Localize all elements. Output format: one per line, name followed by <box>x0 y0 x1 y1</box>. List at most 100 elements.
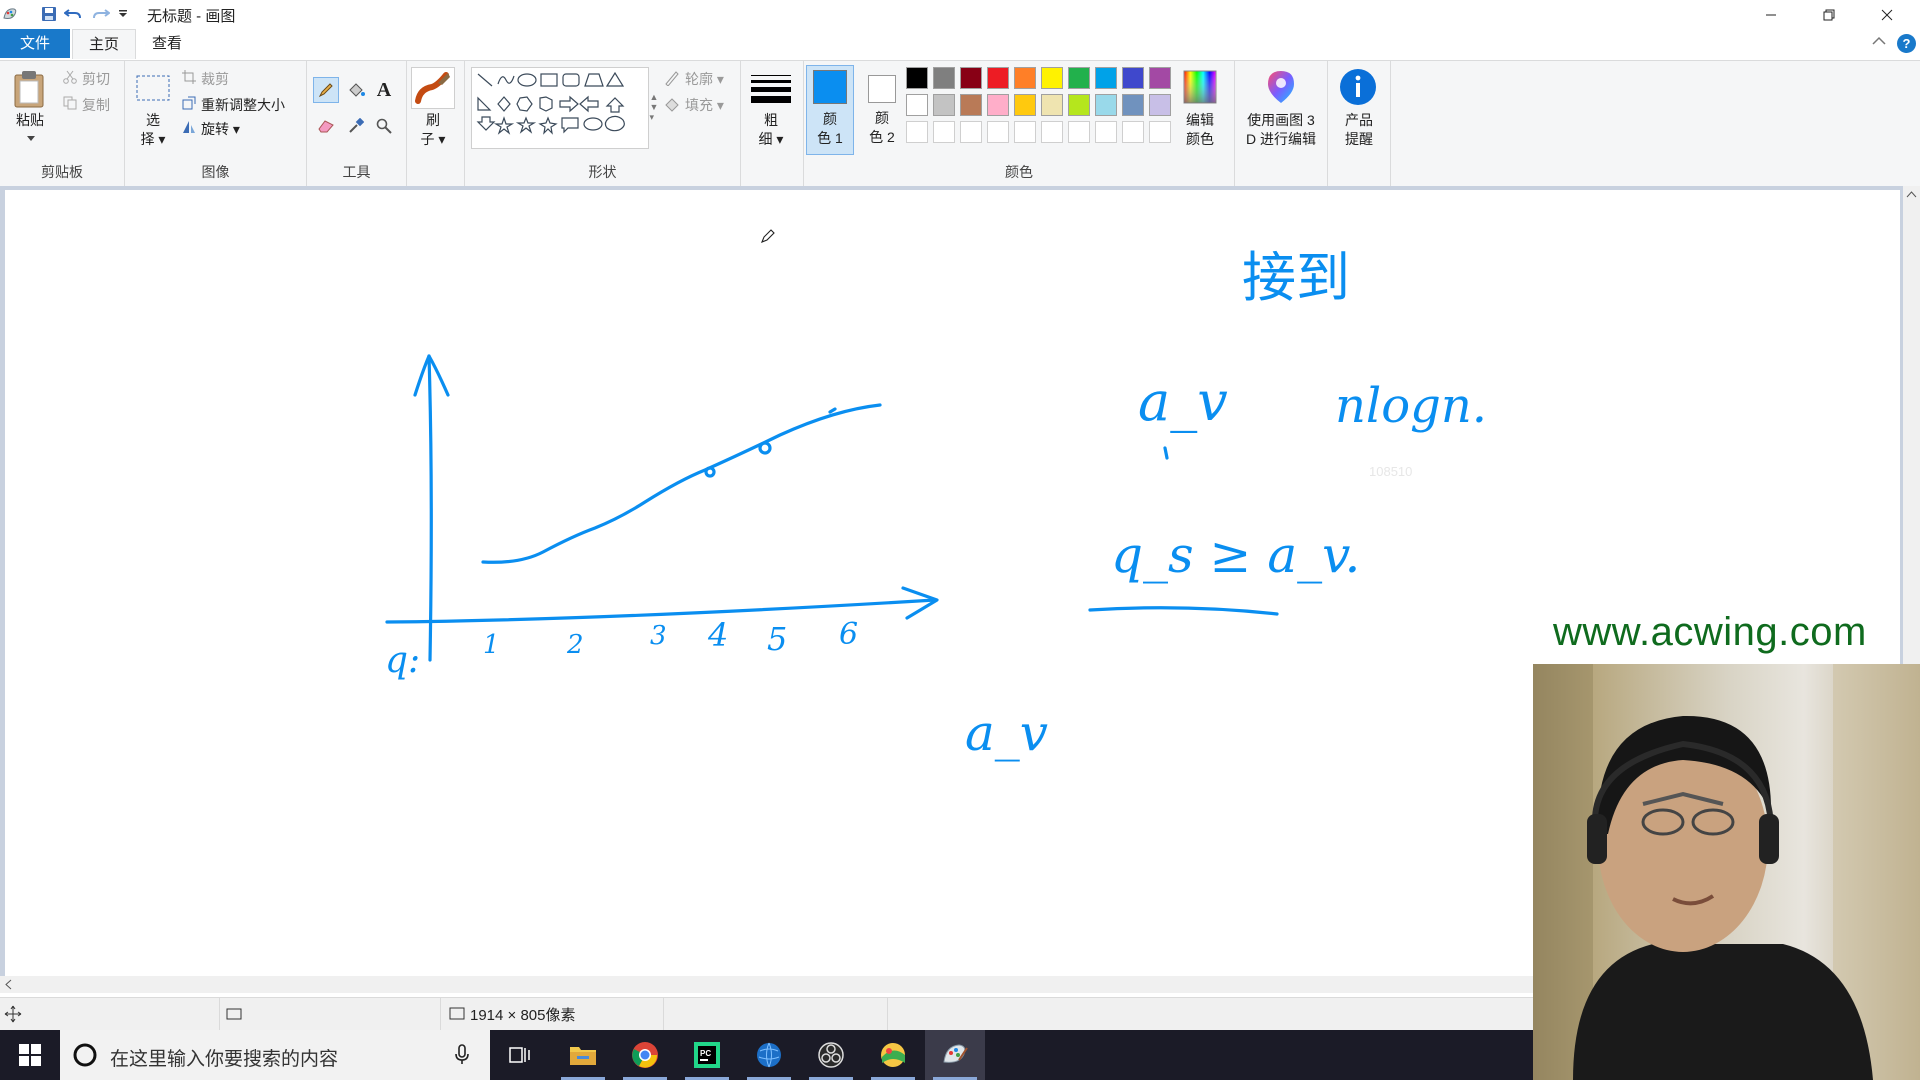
fill-icon[interactable] <box>663 95 681 113</box>
tab-view[interactable]: 查看 <box>140 29 194 58</box>
palette-custom-slot[interactable] <box>933 121 955 143</box>
start-button[interactable] <box>0 1030 60 1080</box>
palette-custom-slot[interactable] <box>1122 121 1144 143</box>
color2-button[interactable]: 颜 色 2 <box>858 65 906 155</box>
fill-label[interactable]: 填充 ▾ <box>685 95 724 115</box>
palette-swatch[interactable] <box>1149 67 1171 89</box>
palette-custom-slot[interactable] <box>960 121 982 143</box>
brushes-label[interactable]: 刷 子 ▾ <box>411 111 455 149</box>
paint3d-icon[interactable] <box>1263 67 1299 107</box>
microphone-icon[interactable] <box>452 1043 472 1067</box>
palette-swatch[interactable] <box>906 94 928 116</box>
rotate-icon[interactable] <box>181 119 197 135</box>
redo-icon[interactable] <box>90 4 112 24</box>
chrome-icon[interactable] <box>615 1030 675 1080</box>
paint-icon[interactable] <box>925 1030 985 1080</box>
file-explorer-icon[interactable] <box>553 1030 613 1080</box>
eraser-icon[interactable] <box>313 113 339 139</box>
palette-custom-slot[interactable] <box>1014 121 1036 143</box>
scroll-left-icon[interactable] <box>0 976 17 993</box>
minimize-button[interactable] <box>1742 0 1800 29</box>
palette-swatch[interactable] <box>1014 94 1036 116</box>
palette-custom-slot[interactable] <box>1149 121 1171 143</box>
palette-swatch[interactable] <box>960 94 982 116</box>
outline-label[interactable]: 轮廓 ▾ <box>685 69 724 89</box>
palette-swatch[interactable] <box>933 67 955 89</box>
crop-label[interactable]: 裁剪 <box>201 69 229 89</box>
shapes-scroll-icon[interactable]: ▲ ▼ ▾ <box>649 67 659 147</box>
palette-custom-slot[interactable] <box>1095 121 1117 143</box>
rotate-label[interactable]: 旋转 ▾ <box>201 119 240 139</box>
size-label[interactable]: 粗 细 ▾ <box>749 111 793 149</box>
network-globe-icon[interactable] <box>739 1030 799 1080</box>
palette-swatch[interactable] <box>1095 94 1117 116</box>
text-tool-icon[interactable]: A <box>371 77 397 103</box>
palette-swatch[interactable] <box>1014 67 1036 89</box>
obs-icon[interactable] <box>801 1030 861 1080</box>
cut-icon[interactable] <box>62 69 78 85</box>
palette-custom-slot[interactable] <box>987 121 1009 143</box>
palette-swatch[interactable] <box>1041 67 1063 89</box>
select-icon[interactable] <box>135 71 171 105</box>
resize-label[interactable]: 重新调整大小 <box>201 95 285 115</box>
save-icon[interactable] <box>38 4 60 24</box>
tab-home[interactable]: 主页 <box>72 29 136 59</box>
tab-file[interactable]: 文件 <box>0 29 70 58</box>
chevron-down-icon[interactable] <box>24 133 38 143</box>
palette-swatch[interactable] <box>906 67 928 89</box>
palette-custom-slot[interactable] <box>1068 121 1090 143</box>
palette-swatch[interactable] <box>1122 67 1144 89</box>
palette-swatch[interactable] <box>987 94 1009 116</box>
magnifier-icon[interactable] <box>371 113 397 139</box>
palette-custom-slot[interactable] <box>906 121 928 143</box>
product-alert-label-top: 产品 <box>1345 112 1373 128</box>
cut-label[interactable]: 剪切 <box>82 69 110 89</box>
palette-swatch[interactable] <box>960 67 982 89</box>
restore-button[interactable] <box>1800 0 1858 29</box>
acwing-watermark: www.acwing.com <box>1553 610 1867 654</box>
line-size-icon[interactable] <box>749 69 793 109</box>
color-picker-icon[interactable] <box>343 113 369 139</box>
task-view-icon[interactable] <box>490 1030 550 1080</box>
taskbar-search-box[interactable]: 在这里输入你要搜索的内容 <box>60 1030 490 1080</box>
undo-icon[interactable] <box>62 4 84 24</box>
pycharm-icon[interactable]: PC <box>677 1030 737 1080</box>
product-alert-label-bottom: 提醒 <box>1345 131 1373 147</box>
help-icon[interactable]: ? <box>1897 34 1916 53</box>
customize-icon[interactable] <box>116 4 130 24</box>
paint-app-icon[interactable] <box>0 4 20 24</box>
scroll-up-icon[interactable] <box>1903 186 1920 203</box>
paint3d-label[interactable]: 使用画图 3 D 进行编辑 <box>1235 111 1327 149</box>
palette-swatch[interactable] <box>933 94 955 116</box>
paste-icon[interactable] <box>12 69 46 109</box>
edit-colors-label[interactable]: 编辑 颜色 <box>1174 111 1226 149</box>
shapes-gallery[interactable] <box>471 67 649 149</box>
palette-swatch[interactable] <box>1068 67 1090 89</box>
collapse-ribbon-icon[interactable] <box>1872 33 1886 49</box>
copy-label[interactable]: 复制 <box>82 95 110 115</box>
info-icon[interactable] <box>1338 67 1378 107</box>
outline-icon[interactable] <box>663 69 681 87</box>
select-label[interactable]: 选 择 ▾ <box>135 111 171 149</box>
crop-icon[interactable] <box>181 69 197 85</box>
palette-custom-slot[interactable] <box>1041 121 1063 143</box>
colorful-app-icon[interactable] <box>863 1030 923 1080</box>
palette-swatch[interactable] <box>1095 67 1117 89</box>
palette-swatch[interactable] <box>1122 94 1144 116</box>
pencil-icon[interactable] <box>313 77 339 103</box>
palette-swatch[interactable] <box>1149 94 1171 116</box>
axis-q-label: q: <box>385 640 420 681</box>
color1-button[interactable]: 颜 色 1 <box>806 65 854 155</box>
palette-swatch[interactable] <box>987 67 1009 89</box>
palette-swatch[interactable] <box>1068 94 1090 116</box>
edit-colors-icon[interactable] <box>1182 69 1218 105</box>
copy-icon[interactable] <box>62 95 78 111</box>
horizontal-scrollbar[interactable] <box>0 976 1540 993</box>
product-alert-label[interactable]: 产品 提醒 <box>1328 111 1390 149</box>
palette-swatch[interactable] <box>1041 94 1063 116</box>
fill-bucket-icon[interactable] <box>343 77 369 103</box>
resize-icon[interactable] <box>181 95 197 111</box>
paste-label[interactable]: 粘贴 <box>8 111 52 130</box>
close-button[interactable] <box>1858 0 1916 29</box>
brush-icon[interactable] <box>411 67 455 109</box>
